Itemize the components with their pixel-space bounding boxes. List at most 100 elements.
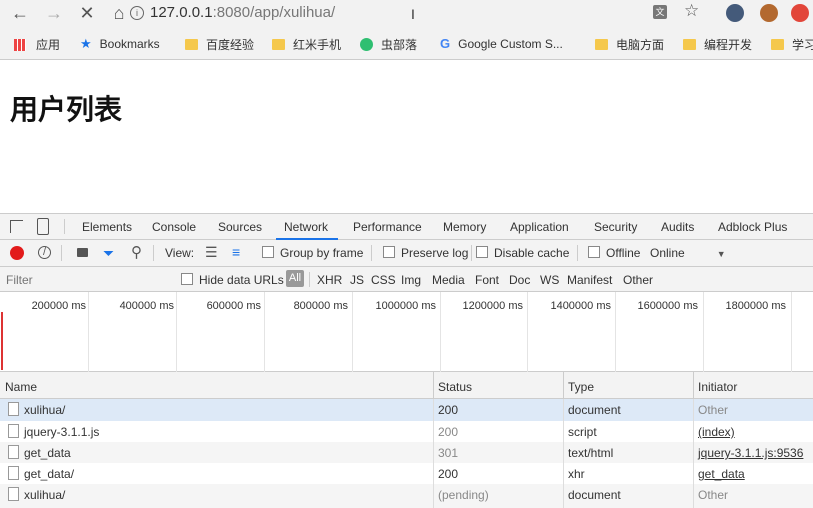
checkbox-label: Disable cache <box>494 246 570 260</box>
tab-security[interactable]: Security <box>594 220 637 234</box>
preserve-log-checkbox[interactable]: Preserve log <box>383 246 468 260</box>
timeline-marker <box>1 312 3 370</box>
bookmark-folder[interactable]: 编程开发 <box>683 36 752 53</box>
waterfall-view-icon[interactable]: ≡ <box>232 244 240 260</box>
checkbox-icon <box>181 273 193 285</box>
filter-manifest[interactable]: Manifest <box>567 273 612 287</box>
filter-doc[interactable]: Doc <box>509 273 530 287</box>
gridline <box>352 292 353 372</box>
folder-icon <box>272 39 285 50</box>
folder-icon <box>185 39 198 50</box>
timeline-tick: 800000 ms <box>293 300 348 312</box>
url-path: :8080/app/xulihua/ <box>212 4 336 21</box>
tab-network[interactable]: Network <box>284 220 328 234</box>
bookmark-label: 虫部落 <box>381 38 418 52</box>
table-row[interactable]: get_data 301 text/html jquery-3.1.1.js:9… <box>0 442 813 463</box>
clear-icon[interactable]: / <box>38 246 51 259</box>
filter-img[interactable]: Img <box>401 273 421 287</box>
request-status: (pending) <box>438 488 489 502</box>
filter-ws[interactable]: WS <box>540 273 559 287</box>
folder-icon <box>771 39 784 50</box>
bookmark-bookmarks[interactable]: ★ Bookmarks <box>80 36 160 52</box>
request-name: get_data <box>24 446 71 460</box>
extension-icon[interactable] <box>726 4 744 22</box>
bookmark-apps[interactable]: 应用 <box>14 36 60 53</box>
table-row[interactable]: jquery-3.1.1.js 200 script (index) <box>0 421 813 442</box>
network-toolbar: / ⏷ ⚲ View: ☰ ≡ Group by frame Preserve … <box>0 240 813 267</box>
bookmark-label: 应用 <box>36 38 61 52</box>
tab-application[interactable]: Application <box>510 220 569 234</box>
filter-all-button[interactable]: All <box>286 270 304 287</box>
document-icon <box>8 402 19 416</box>
tab-sources[interactable]: Sources <box>218 220 262 234</box>
camera-icon[interactable] <box>77 248 88 257</box>
tab-performance[interactable]: Performance <box>353 220 422 234</box>
filter-input[interactable] <box>4 270 168 290</box>
home-icon[interactable]: ⌂ <box>107 2 131 26</box>
group-by-frame-checkbox[interactable]: Group by frame <box>262 246 363 260</box>
filter-media[interactable]: Media <box>432 273 465 287</box>
filter-bar: Hide data URLs All XHR JS CSS Img Media … <box>0 267 813 292</box>
filter-css[interactable]: CSS <box>371 273 396 287</box>
bookmark-folder[interactable]: 百度经验 <box>185 36 254 53</box>
request-status: 200 <box>438 425 459 439</box>
extension-icon[interactable] <box>791 4 809 22</box>
bookmarks-bar: 应用 ★ Bookmarks 百度经验 红米手机 虫部落 G Google Cu… <box>0 28 813 60</box>
bookmark-folder[interactable]: 红米手机 <box>272 36 341 53</box>
table-row[interactable]: get_data/ 200 xhr get_data <box>0 463 813 484</box>
filter-icon[interactable]: ⏷ <box>103 245 114 262</box>
document-icon <box>8 466 19 480</box>
tab-audits[interactable]: Audits <box>661 220 694 234</box>
hide-data-urls-checkbox[interactable]: Hide data URLs <box>181 273 284 287</box>
offline-checkbox[interactable]: Offline <box>588 246 640 260</box>
request-initiator-link[interactable]: (index) <box>698 425 735 439</box>
forward-icon[interactable]: → <box>42 2 66 26</box>
table-row[interactable]: xulihua/ (pending) document Other <box>0 484 813 508</box>
filter-xhr[interactable]: XHR <box>317 273 342 287</box>
tab-console[interactable]: Console <box>152 220 196 234</box>
column-divider <box>563 372 564 399</box>
search-icon[interactable]: ⚲ <box>131 243 142 261</box>
column-header-type[interactable]: Type <box>568 380 594 394</box>
tab-elements[interactable]: Elements <box>82 220 132 234</box>
filter-other[interactable]: Other <box>623 273 653 287</box>
network-overview[interactable]: 200000 ms 400000 ms 600000 ms 800000 ms … <box>0 292 813 372</box>
bookmark-link[interactable]: 虫部落 <box>360 36 417 53</box>
throttling-value: Online <box>650 246 685 260</box>
bookmark-folder[interactable]: 学习 <box>771 36 813 53</box>
column-header-initiator[interactable]: Initiator <box>698 380 737 394</box>
column-header-name[interactable]: Name <box>5 380 37 394</box>
tab-memory[interactable]: Memory <box>443 220 486 234</box>
filter-font[interactable]: Font <box>475 273 499 287</box>
bookmark-folder[interactable]: 电脑方面 <box>595 36 664 53</box>
document-icon <box>8 445 19 459</box>
timeline-tick: 1600000 ms <box>637 300 698 312</box>
request-status: 200 <box>438 403 459 417</box>
info-icon[interactable]: i <box>130 6 144 20</box>
throttling-select[interactable]: Online ▼ <box>650 246 726 260</box>
device-toolbar-icon[interactable] <box>37 218 49 235</box>
column-header-status[interactable]: Status <box>438 380 472 394</box>
extension-icon[interactable] <box>760 4 778 22</box>
request-initiator-link[interactable]: jquery-3.1.1.js:9536 <box>698 446 803 460</box>
disable-cache-checkbox[interactable]: Disable cache <box>476 246 569 260</box>
divider <box>64 219 65 234</box>
stop-icon[interactable]: ✕ <box>75 2 99 26</box>
back-icon[interactable]: ← <box>8 2 32 26</box>
checkbox-label: Group by frame <box>280 246 364 260</box>
address-bar[interactable]: 127.0.0.1:8080/app/xulihua/ <box>150 4 335 21</box>
filter-js[interactable]: JS <box>350 273 364 287</box>
divider <box>371 245 372 261</box>
tab-adblock-plus[interactable]: Adblock Plus <box>718 220 787 234</box>
inspect-icon[interactable] <box>10 220 23 233</box>
document-icon <box>8 487 19 501</box>
request-name: xulihua/ <box>24 403 66 417</box>
translate-icon[interactable]: 文 <box>653 5 667 19</box>
star-icon[interactable]: ☆ <box>684 1 699 21</box>
bookmark-link[interactable]: G Google Custom S... <box>440 36 563 51</box>
request-initiator-link[interactable]: get_data <box>698 467 745 481</box>
table-row[interactable]: xulihua/ 200 document Other <box>0 399 813 421</box>
record-icon[interactable] <box>10 246 24 260</box>
large-rows-icon[interactable]: ☰ <box>205 244 218 260</box>
divider <box>577 245 578 261</box>
